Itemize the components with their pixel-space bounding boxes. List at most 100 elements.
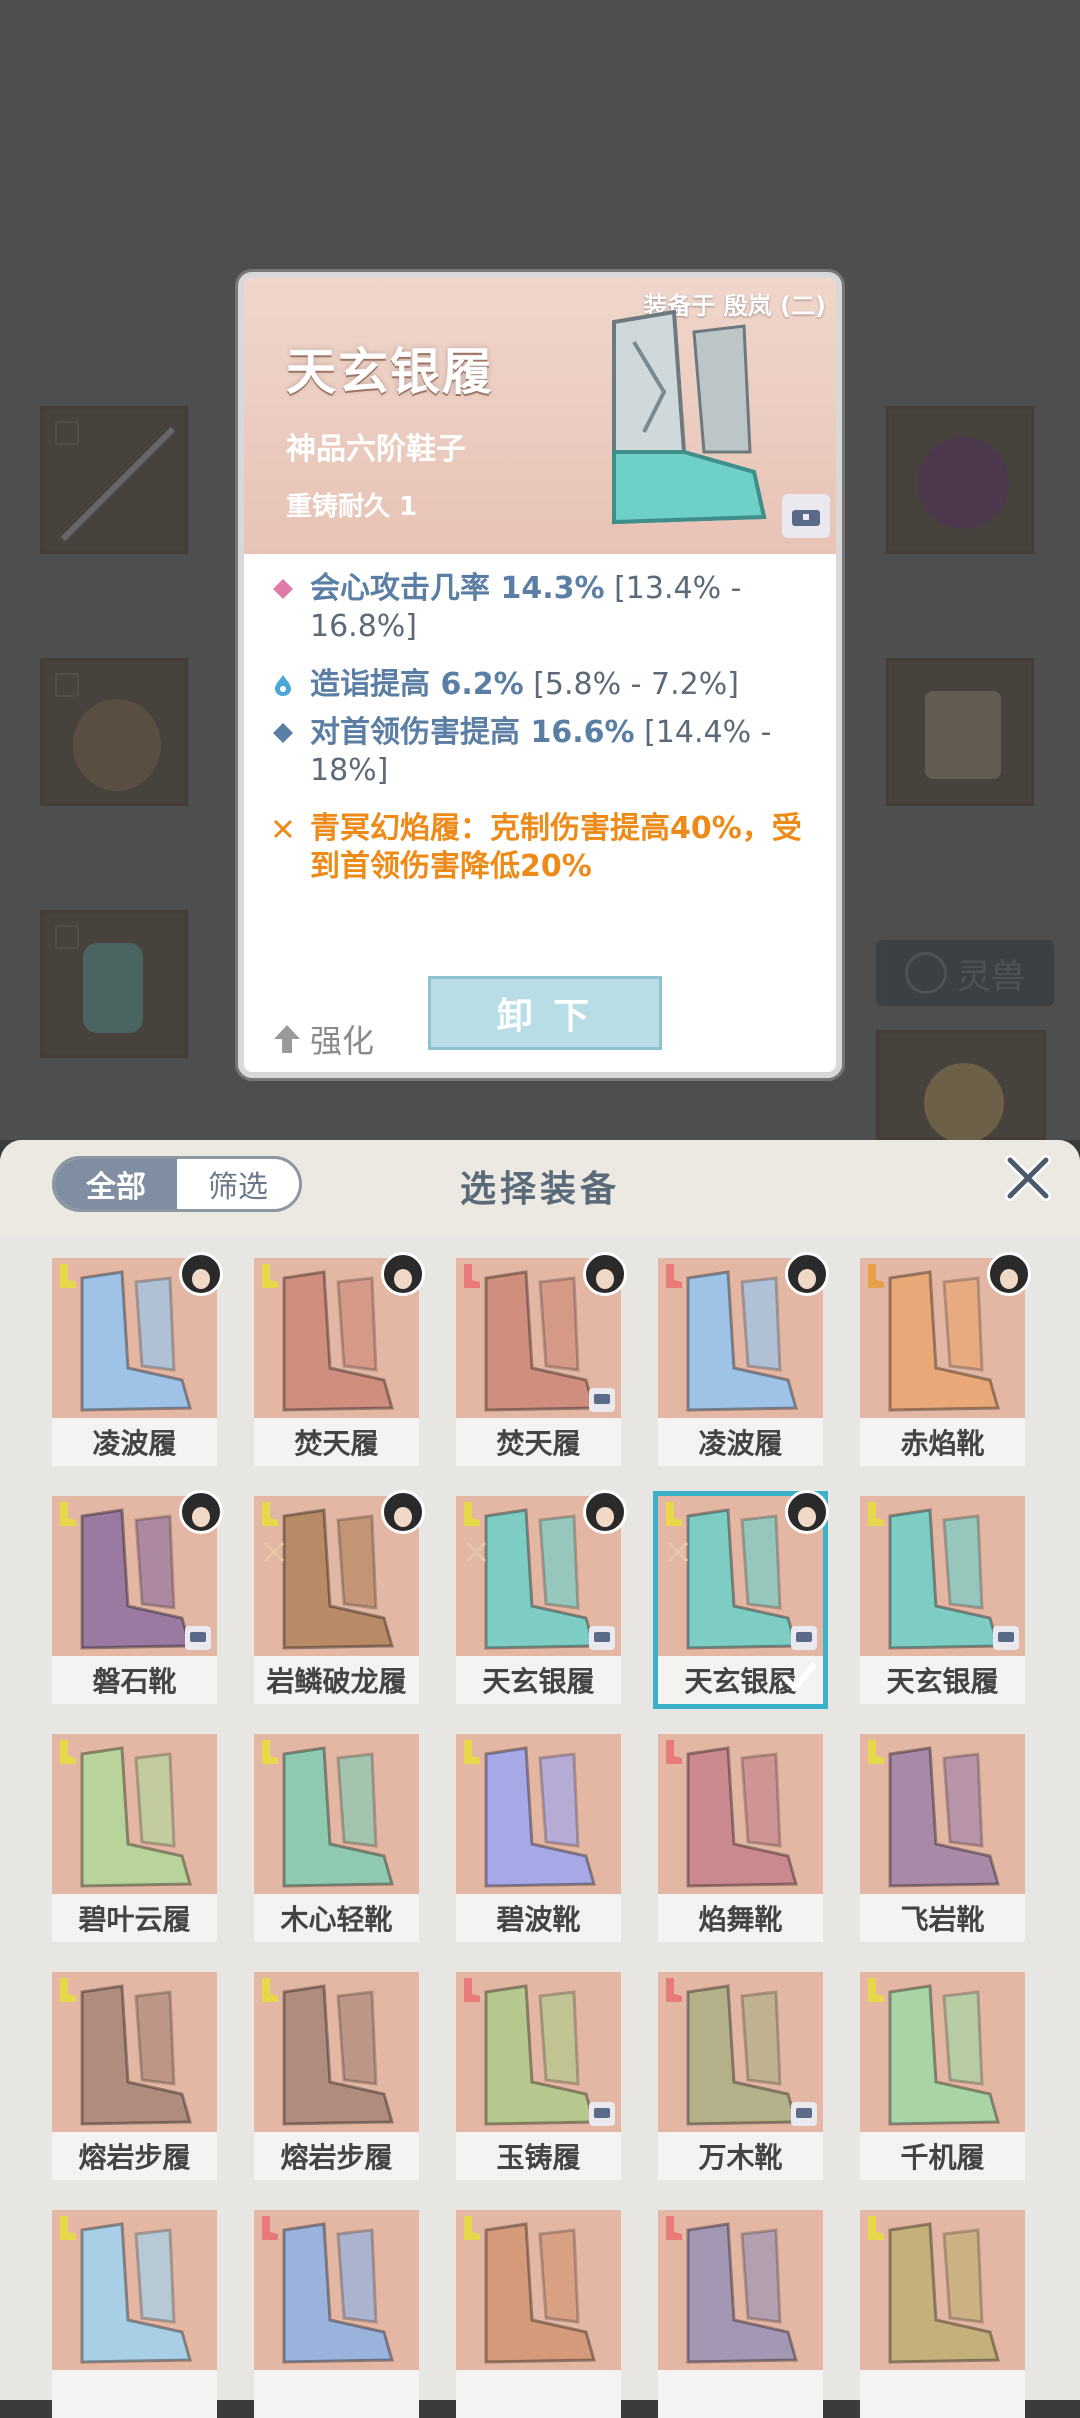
flame-blue-icon [275,675,291,696]
equipment-name: 岩鳞破龙履 [254,1656,419,1704]
boots-type-icon [262,1264,278,1288]
equipment-card[interactable]: 天玄银履 [456,1490,627,1704]
stat-value: 造诣提高 6.2% [310,667,524,702]
equipment-card[interactable]: 碧波靴 [456,1734,621,1942]
boots-type-icon [868,1740,884,1764]
equipment-name: 玉铸履 [456,2132,621,2180]
equipment-name: 熔岩步履 [52,2132,217,2180]
select-equipment-sheet: 全部 筛选 选择装备 凌波履 焚天履 焚天履 凌波履 赤焰靴 磐石靴 岩鳞破龙履 天玄银履 天玄… [0,1140,1080,2418]
rune-mark-icon [263,1541,285,1563]
equipment-card[interactable]: 焚天履 [456,1252,627,1466]
equipment-card[interactable] [254,2210,419,2418]
stat-special-set: 青冥幻焰履：克制伤害提高40%，受到首领伤害降低20% [272,810,812,886]
stat-range: [5.8% - 7.2%] [523,667,739,702]
storage-chest-icon [589,1626,615,1650]
equipment-card[interactable]: 凌波履 [658,1252,829,1466]
rune-mark-icon [465,1541,487,1563]
diamond-pink-icon [273,579,293,599]
item-header: 装备于 殷岚 (二) 天玄银履 神品六阶鞋子 重铸耐久 1 [244,278,836,554]
equipment-card[interactable]: 玉铸履 [456,1972,621,2180]
boots-type-icon [868,1978,884,2002]
sheet-title: 选择装备 [459,1169,620,1210]
equipment-name: 万木靴 [658,2132,823,2180]
equipment-card[interactable]: 熔岩步履 [52,1972,217,2180]
storage-chest-icon [791,2102,817,2126]
equipment-card[interactable] [456,2210,621,2418]
boots-type-icon [60,1740,76,1764]
equipment-name [254,2370,419,2418]
equipment-name: 焰舞靴 [658,1894,823,1942]
owner-avatar [179,1490,223,1534]
boots-type-icon [262,1502,278,1526]
storage-chest-icon[interactable] [782,494,830,538]
stat-boss-damage: 对首领伤害提高 16.6% [14.4% - 18%] [272,714,812,790]
equipment-name: 熔岩步履 [254,2132,419,2180]
equipment-card[interactable] [52,2210,217,2418]
equipment-card[interactable]: 焰舞靴 [658,1734,823,1942]
storage-chest-icon [589,1388,615,1412]
boots-type-icon [60,1978,76,2002]
equipment-name [456,2370,621,2418]
boots-type-icon [666,1740,682,1764]
boots-type-icon [262,2216,278,2240]
equipment-card[interactable]: 赤焰靴 [860,1252,1031,1466]
boots-type-icon [868,1502,884,1526]
rune-orange-icon [273,819,293,839]
storage-chest-icon [589,2102,615,2126]
strengthen-button[interactable]: 强化 [272,1016,374,1062]
close-icon[interactable] [1002,1152,1054,1204]
boots-type-icon [464,1502,480,1526]
equipment-card[interactable]: 天玄银履 [653,1490,829,1709]
owner-avatar [785,1252,829,1296]
check-icon [782,1663,816,1691]
item-title: 天玄银履 [286,343,494,401]
equipment-name [52,2370,217,2418]
equipment-card[interactable]: 凌波履 [52,1252,223,1466]
equipment-card[interactable]: 岩鳞破龙履 [254,1490,425,1704]
equipment-card[interactable]: 万木靴 [658,1972,823,2180]
owner-avatar [583,1252,627,1296]
item-durability: 重铸耐久 1 [286,492,418,522]
equipment-card[interactable]: 天玄银履 [860,1496,1025,1704]
owner-avatar [785,1490,829,1534]
strengthen-label: 强化 [310,1022,375,1060]
stat-mastery: 造诣提高 6.2% [5.8% - 7.2%] [272,666,812,704]
boots-type-icon [666,1264,682,1288]
boots-type-icon [464,2216,480,2240]
equipment-card[interactable] [860,2210,1025,2418]
storage-chest-icon [791,1626,817,1650]
owner-avatar [381,1252,425,1296]
equipment-name: 焚天履 [254,1418,419,1466]
equipment-name: 千机履 [860,2132,1025,2180]
equipment-card[interactable]: 熔岩步履 [254,1972,419,2180]
equipment-name: 天玄银履 [860,1656,1025,1704]
equipment-card[interactable]: 焚天履 [254,1252,425,1466]
equipment-card[interactable]: 飞岩靴 [860,1734,1025,1942]
unequip-button[interactable]: 卸 下 [428,976,662,1050]
boots-type-icon [666,1978,682,2002]
equipment-name [860,2370,1025,2418]
boots-type-icon [868,2216,884,2240]
stat-value: 会心攻击几率 14.3% [310,571,605,606]
arrow-up-icon [274,1025,300,1053]
item-type: 神品六阶鞋子 [286,432,466,467]
boots-type-icon [262,1978,278,2002]
equipment-name: 赤焰靴 [860,1418,1025,1466]
boots-type-icon [868,1264,884,1288]
equipment-name: 碧叶云履 [52,1894,217,1942]
equipment-name [658,2370,823,2418]
equipment-name: 碧波靴 [456,1894,621,1942]
owner-avatar [987,1252,1031,1296]
boots-type-icon [666,2216,682,2240]
special-effect: 青冥幻焰履：克制伤害提高40%，受到首领伤害降低20% [310,811,802,884]
boots-type-icon [60,2216,76,2240]
equipment-card[interactable]: 碧叶云履 [52,1734,217,1942]
equipment-card[interactable]: 千机履 [860,1972,1025,2180]
equipment-card[interactable] [658,2210,823,2418]
equipment-card[interactable]: 木心轻靴 [254,1734,419,1942]
equipment-name: 天玄银履 [456,1656,621,1704]
owner-avatar [381,1490,425,1534]
stat-value: 对首领伤害提高 16.6% [310,715,635,750]
equipment-card[interactable]: 磐石靴 [52,1490,223,1704]
boots-type-icon [464,1264,480,1288]
